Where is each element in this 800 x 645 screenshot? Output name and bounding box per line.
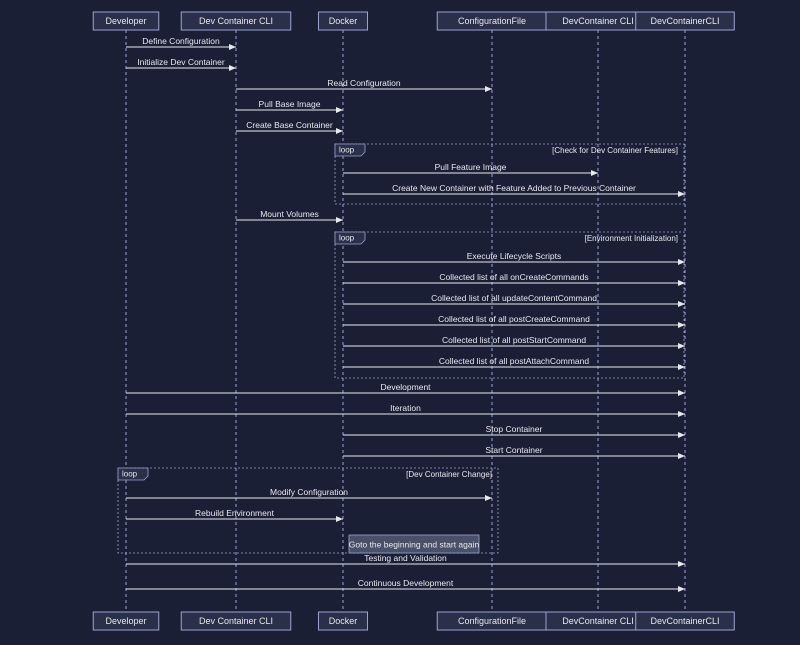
actor-label: ConfigurationFile [458, 16, 526, 26]
actor-label: Docker [329, 16, 358, 26]
actor-label: ConfigurationFile [458, 616, 526, 626]
actor-label: Developer [105, 616, 146, 626]
actor-label: DevContainerCLI [650, 16, 719, 26]
actor-label: DevContainerCLI [650, 616, 719, 626]
message-label: Collected list of all postStartCommand [442, 335, 586, 345]
actor-label: Developer [105, 16, 146, 26]
message-label: Development [380, 382, 431, 392]
actor-label: DevContainer CLI [562, 16, 634, 26]
message-label: Start Container [485, 445, 542, 455]
message-label: Iteration [390, 403, 421, 413]
loop-condition: [Dev Container Change] [406, 470, 492, 479]
message-label: Testing and Validation [364, 553, 447, 563]
sequence-diagram: loop [Check for Dev Container Features] lo… [0, 0, 800, 642]
message-label: Initialize Dev Container [137, 57, 225, 67]
message-label: Collected list of all updateContentComma… [431, 293, 597, 303]
loop-label: loop [339, 234, 355, 243]
message-label: Define Configuration [142, 36, 220, 46]
message-label: Pull Base Image [259, 99, 321, 109]
actor-label: Dev Container CLI [199, 16, 273, 26]
message-label: Collected list of all onCreateCommands [439, 272, 588, 282]
message-label: Execute Lifecycle Scripts [467, 251, 561, 261]
note-text: Goto the beginning and start again [349, 539, 480, 549]
message-label: Pull Feature Image [435, 162, 507, 172]
message-label: Modify Configuration [270, 487, 348, 497]
loop-label: loop [339, 146, 355, 155]
message-label: Stop Container [486, 424, 543, 434]
loop-condition: [Check for Dev Container Features] [552, 146, 678, 155]
message-label: Collected list of all postCreateCommand [438, 314, 590, 324]
message-label: Mount Volumes [260, 209, 319, 219]
loop-condition: [Environment Initialization] [585, 234, 678, 243]
actor-label: DevContainer CLI [562, 616, 634, 626]
message-label: Create New Container with Feature Added … [392, 183, 636, 193]
actor-label: Dev Container CLI [199, 616, 273, 626]
message-label: Rebuild Environment [195, 508, 275, 518]
message-label: Collected list of all postAttachCommand [439, 356, 590, 366]
message-label: Create Base Container [246, 120, 333, 130]
message-label: Continuous Development [358, 578, 454, 588]
message-label: Read Configuration [327, 78, 401, 88]
loop-label: loop [122, 470, 138, 479]
actor-label: Docker [329, 616, 358, 626]
